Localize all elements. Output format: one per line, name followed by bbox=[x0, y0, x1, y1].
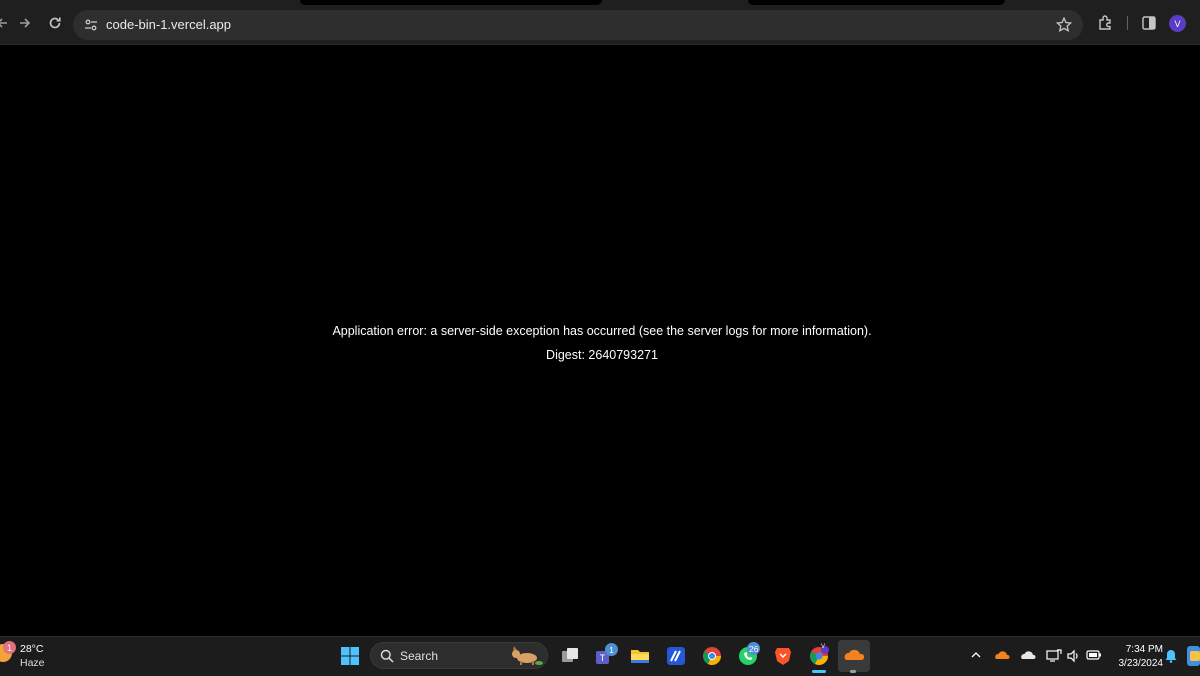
tab-strip-gap bbox=[748, 0, 1005, 5]
search-highlight-dog-icon bbox=[512, 646, 543, 665]
toolbar-divider bbox=[1127, 16, 1128, 30]
chrome-icon[interactable] bbox=[701, 645, 723, 667]
url-text[interactable]: code-bin-1.vercel.app bbox=[106, 17, 231, 32]
browser-toolbar: code-bin-1.vercel.app V bbox=[0, 0, 1200, 45]
back-button[interactable] bbox=[0, 13, 12, 33]
side-panel-icon[interactable] bbox=[1140, 14, 1158, 32]
arrow-left-icon bbox=[0, 18, 7, 28]
chevron-up-icon[interactable] bbox=[970, 649, 982, 661]
taskbar-search[interactable]: Search bbox=[370, 642, 548, 669]
error-container: Application error: a server-side excepti… bbox=[0, 319, 1200, 367]
weather-condition: Haze bbox=[20, 657, 45, 669]
copilot-icon[interactable] bbox=[1187, 646, 1200, 666]
svg-text:T: T bbox=[600, 653, 606, 663]
notification-bell-icon[interactable] bbox=[1165, 649, 1177, 663]
reload-button[interactable] bbox=[45, 13, 65, 33]
file-explorer-icon[interactable] bbox=[629, 645, 651, 667]
volume-icon[interactable] bbox=[1066, 649, 1080, 663]
tab-strip-gap bbox=[300, 0, 602, 5]
cloudflare-icon bbox=[844, 649, 865, 660]
error-digest: Digest: 2640793271 bbox=[546, 348, 658, 362]
cloudflare-tray-icon[interactable] bbox=[994, 649, 1010, 661]
search-icon bbox=[380, 649, 394, 663]
reload-icon bbox=[49, 17, 61, 29]
chrome-profile-icon[interactable] bbox=[808, 645, 830, 667]
taskbar: 1 28°C Haze Search T 1 26 V 7:34 PM 3/23… bbox=[0, 636, 1200, 676]
weather-temperature: 28°C bbox=[20, 643, 44, 655]
bookmark-star-icon[interactable] bbox=[1055, 16, 1073, 34]
app-cloudflare-active[interactable] bbox=[838, 640, 870, 673]
teams-badge: 1 bbox=[605, 643, 618, 656]
arrow-right-icon bbox=[20, 18, 31, 28]
battery-icon[interactable] bbox=[1086, 649, 1102, 661]
profile-avatar[interactable]: V bbox=[1169, 15, 1186, 32]
clock-date: 3/23/2024 bbox=[1118, 658, 1164, 669]
active-app-indicator bbox=[812, 670, 826, 673]
whatsapp-badge: 26 bbox=[747, 642, 761, 655]
forward-button[interactable] bbox=[15, 13, 35, 33]
search-label: Search bbox=[400, 649, 439, 663]
weather-badge: 1 bbox=[3, 641, 16, 654]
brave-icon[interactable] bbox=[772, 645, 794, 667]
open-app-indicator bbox=[850, 670, 856, 673]
address-bar[interactable]: code-bin-1.vercel.app bbox=[73, 10, 1083, 40]
windows-start-icon[interactable] bbox=[341, 647, 359, 665]
clock-time: 7:34 PM bbox=[1125, 644, 1163, 655]
extensions-puzzle-icon[interactable] bbox=[1097, 14, 1115, 32]
site-info-icon[interactable] bbox=[83, 17, 99, 33]
task-view-icon[interactable] bbox=[559, 645, 581, 667]
network-icon[interactable] bbox=[1046, 649, 1062, 663]
onedrive-icon[interactable] bbox=[1020, 649, 1036, 661]
chrome-profile-letter: V bbox=[821, 644, 826, 650]
error-message: Application error: a server-side excepti… bbox=[332, 324, 872, 338]
app-blue-icon[interactable] bbox=[665, 645, 687, 667]
